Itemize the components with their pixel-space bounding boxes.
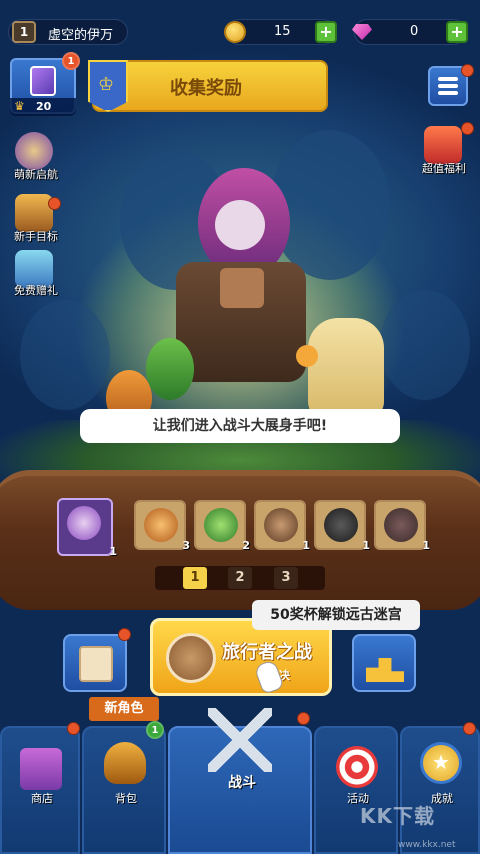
roster-slot-cannon[interactable]: 1 xyxy=(374,500,430,552)
player-name: 虚空的伊万 xyxy=(48,28,114,43)
green-elf-portrait xyxy=(204,508,238,542)
coin-count: 15 xyxy=(274,24,291,39)
notification-dot xyxy=(118,628,131,641)
roster-slot-archer[interactable]: 3 xyxy=(134,500,190,552)
purple-mage-portrait xyxy=(67,506,101,540)
backpack-badge: 1 xyxy=(146,721,164,739)
notification-dot xyxy=(463,722,476,735)
trophy-counter: ♛ 20 xyxy=(10,98,76,116)
nav-tab-backpack[interactable]: 背包 xyxy=(82,726,166,854)
golem-portrait xyxy=(264,508,298,542)
notification-dot xyxy=(461,122,474,135)
helmet-icon xyxy=(104,742,146,784)
notification-dot xyxy=(67,722,80,735)
notification-dot xyxy=(461,64,474,77)
notification-dot xyxy=(297,712,310,725)
coin-icon xyxy=(224,21,246,43)
card-badge: 1 xyxy=(62,52,80,70)
background-tree xyxy=(20,300,110,410)
hooded-guide-character xyxy=(308,318,384,418)
roster-slot-golem[interactable]: 1 xyxy=(254,500,310,552)
left-menu-label-0[interactable]: 萌新启航 xyxy=(6,166,66,182)
nav-tab-shop[interactable]: 商店 xyxy=(0,726,80,854)
new-role-tag: 新角色 xyxy=(89,697,159,721)
roster-slot-mage[interactable]: 1 xyxy=(57,498,117,558)
cannon-portrait xyxy=(384,508,418,542)
traveler-ring-icon xyxy=(166,633,216,683)
battle-mode-title: 旅行者之战 xyxy=(222,642,312,663)
unlock-tooltip: 50奖杯解锁远古迷宫 xyxy=(252,600,420,630)
hero-portrait-icon[interactable] xyxy=(15,132,53,170)
gift-box-icon[interactable] xyxy=(424,126,462,164)
star-medal-icon: ★ xyxy=(420,742,462,784)
trophy-icon: ♛ xyxy=(14,99,25,113)
notification-dot xyxy=(48,197,61,210)
golem-head xyxy=(220,268,264,308)
gem-count: 0 xyxy=(410,24,419,39)
page-button-3[interactable]: 3 xyxy=(274,567,298,589)
card-icon xyxy=(30,66,56,96)
nav-tab-battle[interactable]: 战斗 xyxy=(168,708,312,854)
orange-archer-portrait xyxy=(144,508,178,542)
left-menu-label-1[interactable]: 新手目标 xyxy=(6,228,66,244)
left-menu-label-2[interactable]: 免费赠礼 xyxy=(6,282,66,298)
page-button-2[interactable]: 2 xyxy=(228,567,252,589)
nav-tab-achievements[interactable]: ★ 成就 xyxy=(400,726,480,854)
leaderboard-button[interactable] xyxy=(352,634,416,692)
quest-scroll-button[interactable] xyxy=(63,634,127,692)
add-gems-button[interactable]: + xyxy=(446,21,468,43)
bomb-portrait xyxy=(324,508,358,542)
target-icon xyxy=(336,746,378,788)
shop-icon xyxy=(20,748,62,790)
podium-icon xyxy=(366,658,404,682)
trophy-count: 20 xyxy=(36,100,52,113)
ship-icon[interactable] xyxy=(15,194,53,232)
witch-face xyxy=(215,200,265,250)
player-level-badge: 1 xyxy=(12,21,36,43)
dialogue-bubble[interactable]: 让我们进入战斗大展身手吧! xyxy=(80,409,400,443)
crown-emblem-icon: ♔ xyxy=(88,60,128,112)
watermark-url: www.kkx.net xyxy=(398,840,456,850)
watermark-brand: KK下载 xyxy=(360,804,435,828)
heart-sparkle-icon xyxy=(296,345,318,367)
roster-slot-elf[interactable]: 2 xyxy=(194,500,250,552)
page-button-1[interactable]: 1 xyxy=(183,567,207,589)
crossed-swords-icon xyxy=(208,708,272,772)
roster-slot-bomb[interactable]: 1 xyxy=(314,500,370,552)
collect-rewards-label: 收集奖励 xyxy=(170,78,242,99)
scroll-icon xyxy=(79,646,113,682)
deal-label[interactable]: 超值福利 xyxy=(414,160,474,176)
nav-tab-events[interactable]: 活动 xyxy=(314,726,398,854)
add-coins-button[interactable]: + xyxy=(315,21,337,43)
background-tree xyxy=(380,290,470,400)
elf-character xyxy=(146,338,194,400)
background-tree xyxy=(270,130,390,280)
